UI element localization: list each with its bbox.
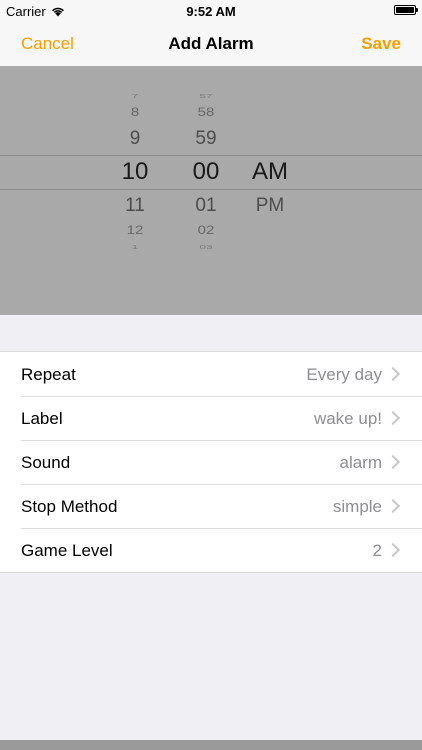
minute-option[interactable]: 02 [176, 224, 236, 237]
chevron-right-icon [385, 542, 401, 558]
add-alarm-screen: Carrier 9:52 AM Cancel Add Alarm Save 7 … [0, 0, 422, 750]
setting-value: wake up! [313, 409, 382, 428]
chevron-right-icon [385, 366, 401, 382]
setting-value: simple [332, 497, 382, 516]
setting-label: Label [21, 409, 63, 428]
setting-row-game-level[interactable]: Game Level 2 [0, 528, 422, 572]
chevron-right-icon [385, 410, 401, 426]
period-selected[interactable]: AM [240, 158, 300, 186]
minute-option[interactable]: 59 [176, 128, 236, 150]
chevron-right-icon [385, 498, 401, 514]
hour-option[interactable]: 12 [105, 224, 165, 237]
setting-row-stop-method[interactable]: Stop Method simple [0, 484, 422, 528]
period-option[interactable]: PM [240, 195, 300, 217]
minute-option[interactable]: 57 [176, 93, 236, 99]
setting-value: Every day [306, 365, 382, 384]
setting-label: Game Level [21, 541, 113, 560]
hour-option[interactable]: 11 [105, 195, 165, 217]
minute-option[interactable]: 03 [176, 244, 236, 250]
alarm-settings-list: Repeat Every day Label wake up! Sound al… [0, 351, 422, 573]
setting-value: alarm [339, 453, 382, 472]
hour-option[interactable]: 7 [105, 93, 165, 99]
setting-label: Stop Method [21, 497, 118, 516]
status-bar: Carrier 9:52 AM [0, 0, 422, 22]
setting-value: 2 [372, 541, 382, 560]
minute-selected[interactable]: 00 [176, 158, 236, 186]
hour-option[interactable]: 9 [105, 128, 165, 150]
save-button[interactable]: Save [361, 34, 401, 54]
battery-icon [394, 5, 418, 15]
setting-row-repeat[interactable]: Repeat Every day [0, 352, 422, 396]
minute-option[interactable]: 01 [176, 195, 236, 217]
time-picker[interactable]: 7 8 9 10 11 12 1 57 58 59 00 01 02 03 AM… [0, 66, 422, 315]
status-time: 9:52 AM [186, 4, 236, 19]
minute-option[interactable]: 58 [176, 106, 236, 119]
page-title: Add Alarm [168, 34, 254, 53]
setting-row-label[interactable]: Label wake up! [0, 396, 422, 440]
status-right [394, 5, 418, 15]
setting-label: Sound [21, 453, 71, 472]
setting-label: Repeat [21, 365, 76, 384]
chevron-right-icon [385, 454, 401, 470]
setting-row-sound[interactable]: Sound alarm [0, 440, 422, 484]
bottom-bar [0, 740, 422, 750]
navigation-bar: Cancel Add Alarm Save [0, 22, 422, 66]
hour-option[interactable]: 1 [105, 244, 165, 250]
hour-option[interactable]: 8 [105, 106, 165, 119]
hour-selected[interactable]: 10 [105, 158, 165, 186]
